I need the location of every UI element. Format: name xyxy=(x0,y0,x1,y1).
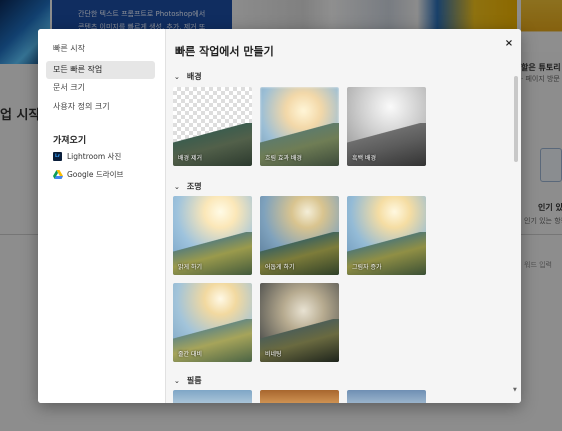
close-icon: × xyxy=(504,38,514,49)
quick-action-card[interactable]: 그림자 증가 xyxy=(347,196,426,275)
section-label: 배경 xyxy=(186,72,202,81)
sidebar-item-document-size[interactable]: 문서 크기 xyxy=(46,79,155,97)
dialog-title: 빠른 작업에서 만들기 xyxy=(175,45,274,58)
import-google-drive-label: Google 드라이브 xyxy=(67,169,124,179)
scroll-down-arrow-icon[interactable]: ▼ xyxy=(513,387,517,393)
scrollbar-thumb[interactable] xyxy=(514,76,518,162)
chevron-down-icon: ⌄ xyxy=(174,72,180,81)
google-drive-icon xyxy=(53,169,63,179)
import-google-drive-link[interactable]: Google 드라이브 xyxy=(53,167,123,181)
quick-action-card[interactable]: 밝게 하기 xyxy=(173,196,252,275)
card-label: 비네팅 xyxy=(265,351,282,358)
section-header-film[interactable]: ⌄ 필름 xyxy=(174,375,202,386)
dialog-content: 빠른 작업에서 만들기 × ⌄ 배경 배경 제거 흐림 효과 배경 흑백 배경 … xyxy=(165,29,521,403)
quick-action-card[interactable]: 비네팅 xyxy=(260,283,339,362)
section-label: 조명 xyxy=(186,182,202,191)
chevron-down-icon: ⌄ xyxy=(174,376,180,385)
quick-action-card[interactable]: 흑백 배경 xyxy=(347,87,426,166)
import-heading: 가져오기 xyxy=(53,136,87,146)
card-label: 어둡게 하기 xyxy=(265,264,295,271)
chevron-down-icon: ⌄ xyxy=(174,182,180,191)
card-label: 줄간 대비 xyxy=(178,351,202,358)
quick-action-card[interactable] xyxy=(260,390,339,403)
quick-action-card[interactable] xyxy=(173,390,252,403)
section-header-lighting[interactable]: ⌄ 조명 xyxy=(174,181,202,192)
quick-action-card[interactable]: 배경 제거 xyxy=(173,87,252,166)
import-lightroom-link[interactable]: Lr Lightroom 사진 xyxy=(53,149,121,163)
card-label: 흑백 배경 xyxy=(352,155,376,162)
card-label: 배경 제거 xyxy=(178,155,202,162)
quick-action-card[interactable]: 줄간 대비 xyxy=(173,283,252,362)
quick-action-card[interactable]: 흐림 효과 배경 xyxy=(260,87,339,166)
card-label: 흐림 효과 배경 xyxy=(265,155,302,162)
card-label: 밝게 하기 xyxy=(178,264,202,271)
sidebar-item-custom-size[interactable]: 사용자 정의 크기 xyxy=(46,98,155,116)
section-header-background[interactable]: ⌄ 배경 xyxy=(174,71,202,82)
quick-action-card[interactable]: 어둡게 하기 xyxy=(260,196,339,275)
lightroom-icon: Lr xyxy=(53,151,62,161)
section-label: 필름 xyxy=(186,376,202,385)
sidebar-item-all-quick-actions[interactable]: 모든 빠른 작업 xyxy=(46,61,155,79)
dialog-sidebar: 빠른 시작 모든 빠른 작업 문서 크기 사용자 정의 크기 가져오기 Lr L… xyxy=(38,29,165,403)
import-lightroom-label: Lightroom 사진 xyxy=(67,151,122,161)
sidebar-item-quick-start[interactable]: 빠른 시작 xyxy=(46,40,155,58)
close-button[interactable]: × xyxy=(503,38,515,50)
quick-action-card[interactable] xyxy=(347,390,426,403)
card-label: 그림자 증가 xyxy=(352,264,382,271)
quick-actions-dialog: 빠른 시작 모든 빠른 작업 문서 크기 사용자 정의 크기 가져오기 Lr L… xyxy=(38,29,521,403)
